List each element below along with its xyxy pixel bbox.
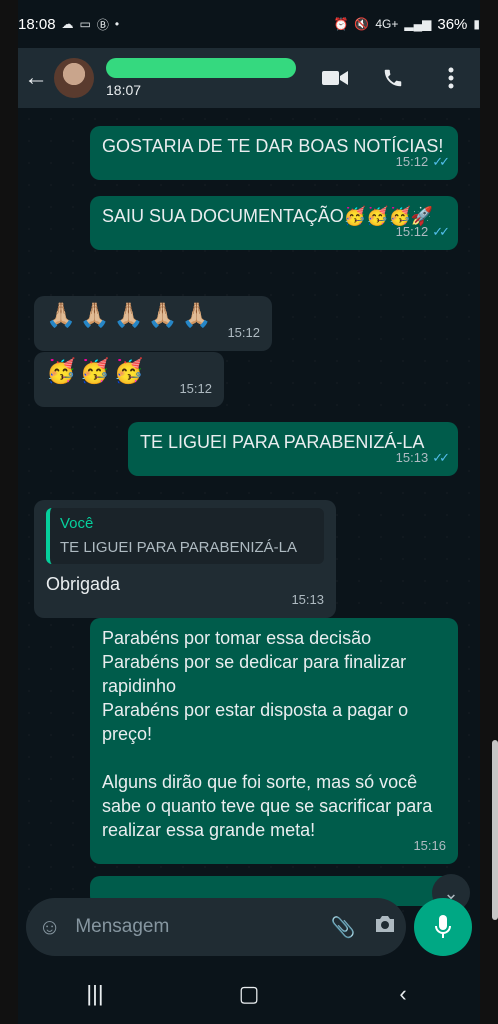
battery-label: 36% bbox=[437, 15, 468, 33]
status-time: 18:08 bbox=[18, 15, 56, 33]
message-time: 15:12 bbox=[227, 325, 260, 340]
message-in[interactable]: 🥳🥳🥳 15:12 bbox=[34, 352, 224, 407]
video-camera-icon[interactable] bbox=[306, 69, 364, 87]
message-time: 15:12 bbox=[395, 224, 429, 239]
message-line-blank bbox=[102, 746, 446, 770]
camera-icon[interactable] bbox=[364, 915, 406, 939]
message-time: 15:13 bbox=[395, 450, 429, 465]
message-out[interactable]: GOSTARIA DE TE DAR BOAS NOTÍCIAS! 15:12 ✓… bbox=[90, 126, 458, 180]
contact-name-redacted bbox=[106, 58, 296, 78]
message-text: TE LIGUEI PARA PARABENIZÁ-LA bbox=[140, 432, 425, 452]
system-nav-bar: ||| ▢ ‹ bbox=[18, 964, 480, 1024]
message-out[interactable]: TE LIGUEI PARA PARABENIZÁ-LA 15:13 ✓✓ bbox=[128, 422, 458, 476]
status-bar: 18:08 ☁ ▭ Ⓑ • ⏰ 🔇 4G+ ▂▄▆ 36% ▮ bbox=[18, 0, 480, 48]
quote-author: Você bbox=[60, 515, 94, 532]
message-time: 15:12 bbox=[179, 381, 212, 396]
quote-text: TE LIGUEI PARA PARABENIZÁ-LA bbox=[60, 539, 298, 556]
message-composer[interactable]: ☺ 📎 bbox=[26, 898, 406, 956]
contact-status: 18:07 bbox=[106, 82, 142, 98]
message-time: 15:16 bbox=[413, 838, 446, 853]
avatar[interactable] bbox=[54, 58, 94, 98]
arrow-left-icon[interactable]: ← bbox=[18, 64, 54, 92]
message-line: Alguns dirão que foi sorte, mas só você … bbox=[102, 772, 433, 840]
chat-area[interactable]: GOSTARIA DE TE DAR BOAS NOTÍCIAS! 15:12 ✓… bbox=[18, 108, 480, 952]
emoji-icon[interactable]: ☺ bbox=[26, 914, 73, 940]
back-icon[interactable]: ‹ bbox=[373, 981, 433, 1007]
message-text: 🥳🥳🥳 bbox=[46, 358, 148, 385]
cloud-icon: ☁ bbox=[61, 17, 74, 31]
message-line: Parabéns por se dedicar para finalizar r… bbox=[102, 652, 407, 696]
read-ticks-icon: ✓✓ bbox=[432, 450, 450, 465]
message-line: Parabéns por estar disposta a pagar o pr… bbox=[102, 700, 409, 744]
message-text: SAIU SUA DOCUMENTAÇÃO🥳🥳🥳🚀 bbox=[102, 206, 434, 226]
paperclip-icon[interactable]: 📎 bbox=[322, 915, 364, 940]
chat-header: ← 18:07 bbox=[18, 48, 480, 108]
microphone-icon[interactable] bbox=[414, 898, 472, 956]
read-ticks-icon: ✓✓ bbox=[432, 154, 450, 169]
message-in[interactable]: 🙏🏼🙏🏼🙏🏼🙏🏼🙏🏼 15:12 bbox=[34, 296, 272, 351]
b-icon: Ⓑ bbox=[96, 17, 109, 32]
message-text: Obrigada bbox=[46, 574, 121, 594]
recents-icon[interactable]: ||| bbox=[65, 981, 125, 1007]
message-input[interactable] bbox=[73, 915, 323, 939]
phone-icon[interactable] bbox=[364, 67, 422, 89]
network-label: 4G+ bbox=[375, 17, 399, 31]
alarm-icon: ⏰ bbox=[333, 17, 349, 31]
side-scroll-handle[interactable] bbox=[492, 740, 498, 920]
quoted-message[interactable]: Você TE LIGUEI PARA PARABENIZÁ-LA bbox=[46, 508, 324, 564]
more-vert-icon[interactable] bbox=[422, 67, 480, 89]
message-text: 🙏🏼🙏🏼🙏🏼🙏🏼🙏🏼 bbox=[46, 302, 216, 329]
contact-info[interactable]: 18:07 bbox=[106, 58, 306, 98]
message-text: GOSTARIA DE TE DAR BOAS NOTÍCIAS! bbox=[102, 136, 444, 156]
message-time: 15:12 bbox=[395, 154, 429, 169]
message-out[interactable]: SAIU SUA DOCUMENTAÇÃO🥳🥳🥳🚀 15:12 ✓✓ bbox=[90, 196, 458, 250]
dot-icon: • bbox=[114, 17, 120, 31]
message-time: 15:13 bbox=[291, 592, 324, 607]
home-icon[interactable]: ▢ bbox=[219, 981, 279, 1007]
mute-icon: 🔇 bbox=[354, 17, 370, 31]
read-ticks-icon: ✓✓ bbox=[432, 224, 450, 239]
laptop-icon: ▭ bbox=[79, 17, 91, 31]
message-line: Parabéns por tomar essa decisão bbox=[102, 628, 372, 648]
message-in-reply[interactable]: Você TE LIGUEI PARA PARABENIZÁ-LA Obriga… bbox=[34, 500, 336, 618]
message-out-long[interactable]: Parabéns por tomar essa decisão Parabéns… bbox=[90, 618, 458, 864]
battery-icon: ▮ bbox=[473, 17, 480, 31]
signal-icon: ▂▄▆ bbox=[404, 17, 432, 31]
left-bezel bbox=[0, 0, 18, 1024]
